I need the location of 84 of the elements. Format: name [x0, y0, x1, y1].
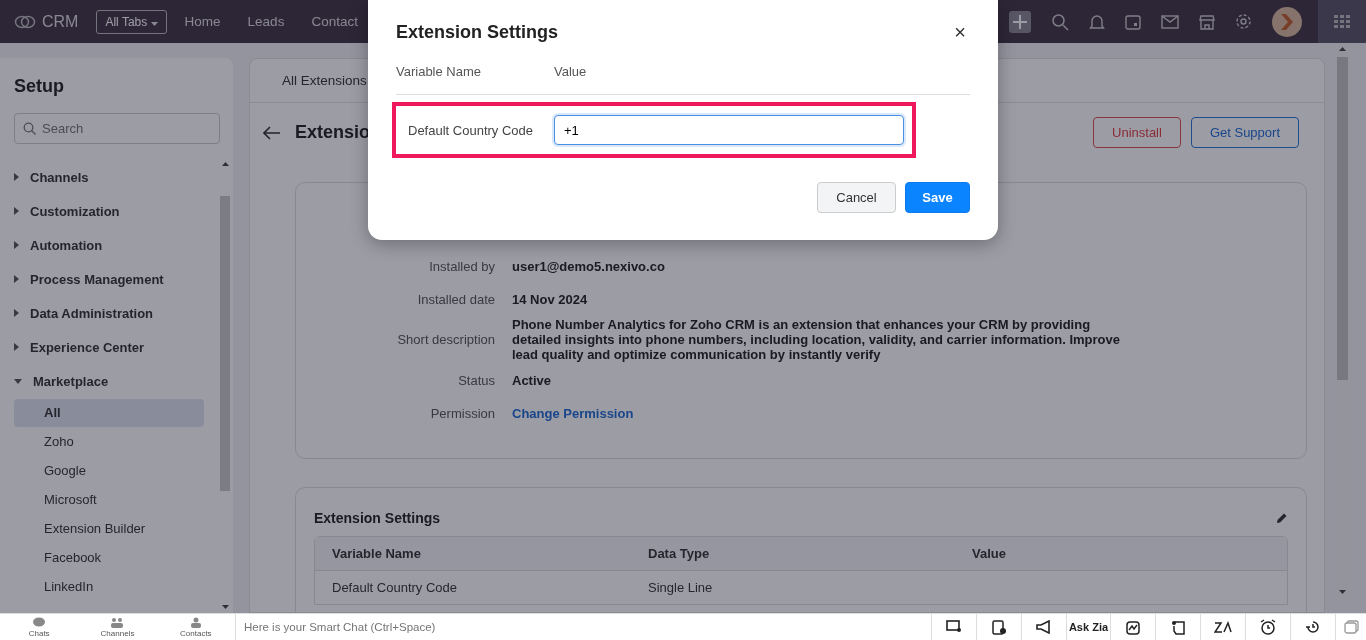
caret-icon: [150, 21, 158, 26]
field-label: Installed date: [416, 291, 496, 307]
field-value: 14 Nov 2024: [512, 291, 589, 307]
sidebar-group[interactable]: Automation: [14, 228, 233, 262]
zia-icon[interactable]: [1214, 620, 1232, 634]
chat-bar-tab[interactable]: Channels: [78, 614, 157, 640]
field-value: user1@demo5.nexivo.co: [512, 258, 666, 274]
sidebar-item[interactable]: All: [14, 399, 204, 427]
alarm-clock-icon[interactable]: [1260, 619, 1276, 635]
app-name: CRM: [42, 12, 79, 31]
scrollbar-thumb[interactable]: [220, 196, 230, 491]
column-header: Data Type: [648, 546, 711, 561]
scroll-down-icon[interactable]: [1338, 590, 1346, 594]
field-label: Default Country Code: [408, 122, 534, 138]
sidebar-item[interactable]: Facebook: [14, 544, 204, 572]
sidebar-item[interactable]: Extension Builder: [14, 515, 204, 543]
chart-spark-icon[interactable]: [1125, 619, 1141, 635]
all-tabs-dropdown[interactable]: All Tabs: [96, 9, 167, 34]
sidebar-group[interactable]: Marketplace: [14, 364, 233, 398]
sidebar-item[interactable]: Zoho: [14, 428, 204, 456]
scroll-down-icon[interactable]: [221, 605, 229, 609]
logo-icon: [14, 14, 36, 29]
nav-tab[interactable]: Leads: [247, 14, 285, 29]
sidebar-group[interactable]: Customization: [14, 194, 233, 228]
column-header: Variable Name: [332, 546, 422, 561]
breadcrumb-tab[interactable]: All Extensions: [282, 73, 367, 88]
calendar-icon[interactable]: [1125, 13, 1141, 30]
page-title: Extensio: [295, 122, 371, 143]
play-document-icon[interactable]: [991, 619, 1007, 635]
group-icon: [110, 617, 125, 628]
scroll-up-icon[interactable]: [1338, 47, 1346, 51]
field-value: Active: [512, 372, 553, 388]
avatar-icon[interactable]: [1272, 6, 1302, 37]
sidebar-group[interactable]: Channels: [14, 160, 233, 194]
chat-bubble-icon: [32, 617, 47, 628]
close-button[interactable]: ×: [950, 20, 970, 44]
column-header: Variable Name: [396, 64, 483, 79]
column-header: Value: [972, 546, 1007, 561]
mail-icon[interactable]: [1161, 14, 1179, 29]
nav-tab[interactable]: Contact: [311, 14, 358, 29]
table-cell-text: Default Country Code: [332, 580, 458, 595]
field-value: Phone Number Analytics for Zoho CRM is an extension that enhances your CRM by providing detailed insights into phone numbers, including location, validity, and carrier information. Improve lead quality and optimize communication by instantly verify: [512, 317, 1121, 362]
chat-bar-tab[interactable]: Contacts: [156, 614, 235, 640]
table-cell-text: Single Line: [648, 580, 714, 595]
person-icon: [188, 617, 203, 628]
field-label: Status: [457, 372, 496, 388]
scroll-up-icon[interactable]: [221, 162, 229, 166]
sidebar-group[interactable]: Process Management: [14, 262, 233, 296]
sidebar-title: Setup: [14, 76, 65, 97]
search-icon[interactable]: [1051, 12, 1069, 31]
sidebar-item[interactable]: Google: [14, 457, 204, 485]
dialog-button[interactable]: Save: [905, 182, 970, 213]
action-button[interactable]: Get Support: [1190, 117, 1299, 148]
ask-zia-button[interactable]: Ask Zia: [1066, 614, 1110, 640]
bell-icon[interactable]: [1089, 12, 1105, 31]
scrollbar-thumb[interactable]: [1336, 57, 1348, 380]
chat-bar-tab[interactable]: Chats: [0, 614, 79, 640]
sidebar-group[interactable]: Experience Center: [14, 330, 233, 364]
column-header: Value: [554, 64, 587, 79]
field-label: Permission: [429, 405, 496, 421]
sidebar-group[interactable]: Data Administration: [14, 296, 233, 330]
notes-stack-icon[interactable]: [1343, 620, 1359, 634]
section-title: Extension Settings: [314, 510, 441, 526]
value-input[interactable]: +1: [554, 115, 904, 145]
add-icon[interactable]: [1009, 10, 1031, 33]
dialog-title: Extension Settings: [396, 21, 559, 43]
action-button[interactable]: Uninstall: [1093, 117, 1181, 148]
edit-icon[interactable]: [1276, 512, 1288, 524]
apps-grid-icon[interactable]: [1334, 14, 1350, 29]
field-label: Installed by: [428, 258, 496, 274]
change-permission-link[interactable]: Change Permission: [512, 405, 1127, 421]
screen-share-icon[interactable]: [946, 620, 962, 634]
store-icon[interactable]: [1199, 13, 1215, 30]
sidebar-item[interactable]: Microsoft: [14, 486, 204, 514]
megaphone-icon[interactable]: [1036, 620, 1052, 634]
note-icon[interactable]: [1170, 619, 1186, 635]
sidebar-item[interactable]: LinkedIn: [14, 573, 204, 601]
search-field[interactable]: Search: [14, 113, 220, 144]
settings-icon[interactable]: [1235, 13, 1252, 30]
dialog-button[interactable]: Cancel: [817, 182, 896, 213]
field-label: Short description: [396, 332, 496, 347]
history-icon[interactable]: [1305, 619, 1321, 635]
back-arrow-icon[interactable]: [263, 125, 281, 140]
nav-tab[interactable]: Home: [184, 14, 221, 29]
